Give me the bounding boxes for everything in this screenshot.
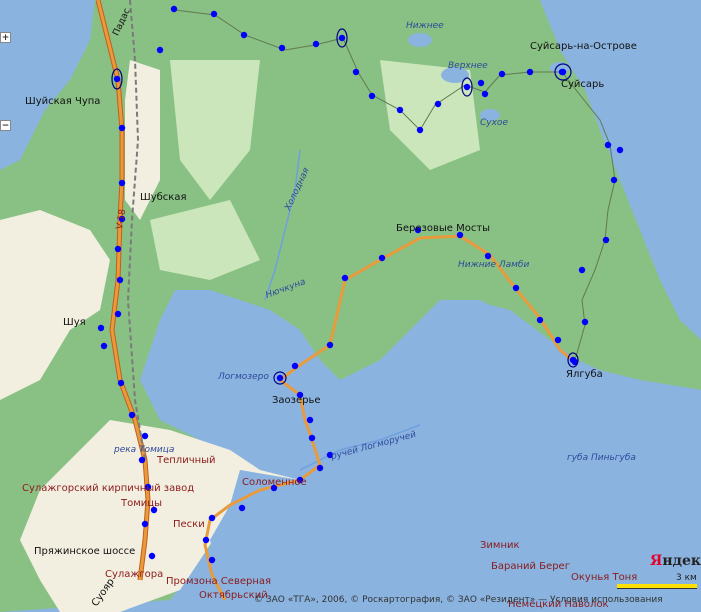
route-waypoint[interactable]: [170, 5, 178, 13]
route-waypoint[interactable]: [378, 254, 386, 262]
label-verkhnee: Верхнее: [448, 61, 488, 71]
label-okunya-tonya: Окунья Тоня: [571, 572, 638, 583]
route-waypoint[interactable]: [536, 316, 544, 324]
route-waypoint[interactable]: [610, 176, 618, 184]
route-waypoint[interactable]: [148, 552, 156, 560]
map-canvas[interactable]: [0, 0, 701, 612]
label-zimnik: Зимник: [480, 540, 520, 551]
route-waypoint[interactable]: [276, 374, 284, 382]
label-guba-pinguba: губа Пиньгуба: [567, 453, 636, 463]
route-waypoint[interactable]: [578, 266, 586, 274]
route-waypoint[interactable]: [306, 416, 314, 424]
route-waypoint[interactable]: [118, 124, 126, 132]
label-suisar-na-ostrove: Суйсарь-на-Острове: [530, 41, 637, 52]
label-baraniy-bereg: Бараний Берег: [491, 561, 570, 572]
route-waypoint[interactable]: [308, 434, 316, 442]
route-waypoint[interactable]: [352, 68, 360, 76]
route-waypoint[interactable]: [581, 318, 589, 326]
label-shuyskaya-chupa: Шуйская Чупа: [25, 96, 101, 107]
route-waypoint[interactable]: [396, 106, 404, 114]
label-sulazhgorsky-zavod: Сулажгорский кирпичный завод: [22, 483, 195, 494]
label-teplichny: Тепличный: [157, 455, 216, 466]
route-waypoint[interactable]: [97, 324, 105, 332]
route-waypoint[interactable]: [338, 34, 346, 42]
route-waypoint[interactable]: [238, 504, 246, 512]
scale-bar: [617, 584, 697, 589]
route-waypoint[interactable]: [416, 126, 424, 134]
route-waypoint[interactable]: [484, 252, 492, 260]
label-logmozero: Логмозеро: [218, 372, 269, 382]
route-waypoint[interactable]: [498, 70, 506, 78]
route-waypoint[interactable]: [368, 92, 376, 100]
route-waypoint[interactable]: [463, 83, 471, 91]
route-waypoint[interactable]: [202, 536, 210, 544]
route-waypoint[interactable]: [291, 362, 299, 370]
route-waypoint[interactable]: [481, 90, 489, 98]
route-waypoint[interactable]: [326, 341, 334, 349]
route-waypoint[interactable]: [208, 556, 216, 564]
route-waypoint[interactable]: [602, 236, 610, 244]
label-reka-tomitsa: река Томица: [114, 445, 175, 455]
label-shuya: Шуя: [63, 317, 86, 328]
route-waypoint[interactable]: [278, 44, 286, 52]
label-solomennoe: Соломенное: [242, 477, 307, 488]
route-waypoint[interactable]: [316, 464, 324, 472]
label-tomitsy: Томицы: [121, 498, 162, 509]
route-waypoint[interactable]: [128, 411, 136, 419]
copyright-text[interactable]: © ЗАО «ТГА», 2006, © Роскартография, © З…: [254, 595, 663, 605]
route-waypoint[interactable]: [113, 75, 121, 83]
route-waypoint[interactable]: [312, 40, 320, 48]
label-zaozerye: Заозерье: [272, 395, 321, 406]
route-waypoint[interactable]: [240, 31, 248, 39]
route-waypoint[interactable]: [512, 284, 520, 292]
label-yalguba: Ялгуба: [566, 369, 603, 380]
route-waypoint[interactable]: [477, 79, 485, 87]
label-berezovye-mosty: Березовые Мосты: [396, 223, 491, 234]
label-nizhnee: Нижнее: [406, 21, 444, 31]
route-waypoint[interactable]: [114, 245, 122, 253]
route-waypoint[interactable]: [138, 456, 146, 464]
yandex-logo: Яндекс: [650, 553, 701, 569]
route-waypoint[interactable]: [210, 10, 218, 18]
route-waypoint[interactable]: [341, 274, 349, 282]
label-peski: Пески: [173, 519, 205, 530]
route-waypoint[interactable]: [100, 342, 108, 350]
route-waypoint[interactable]: [118, 179, 126, 187]
route-waypoint[interactable]: [114, 310, 122, 318]
zoom-out-button[interactable]: −: [0, 120, 11, 131]
route-waypoint[interactable]: [141, 432, 149, 440]
label-sulazhgora: Сулажгора: [105, 569, 164, 580]
label-shubskaya: Шубская: [140, 192, 187, 203]
route-waypoint[interactable]: [156, 46, 164, 54]
scale-label: 3 км: [676, 573, 697, 583]
label-pryazhinskoe-shosse: Пряжинское шоссе: [34, 546, 136, 557]
bay: [158, 290, 275, 440]
route-waypoint[interactable]: [116, 276, 124, 284]
label-suisar: Суйсарь: [561, 79, 605, 90]
route-waypoint[interactable]: [526, 68, 534, 76]
route-waypoint[interactable]: [554, 336, 562, 344]
route-waypoint[interactable]: [569, 356, 577, 364]
label-nizhnie-lambi: Нижние Ламби: [458, 260, 530, 270]
route-waypoint[interactable]: [117, 379, 125, 387]
route-waypoint[interactable]: [208, 514, 216, 522]
route-waypoint[interactable]: [141, 520, 149, 528]
lake-small: [408, 33, 432, 47]
route-waypoint[interactable]: [616, 146, 624, 154]
label-sukhoe: Сухое: [480, 118, 508, 128]
zoom-in-button[interactable]: +: [0, 32, 11, 43]
route-waypoint[interactable]: [434, 100, 442, 108]
route-waypoint[interactable]: [604, 141, 612, 149]
label-promzona: Промзона Северная: [166, 576, 272, 587]
route-waypoint[interactable]: [559, 68, 567, 76]
